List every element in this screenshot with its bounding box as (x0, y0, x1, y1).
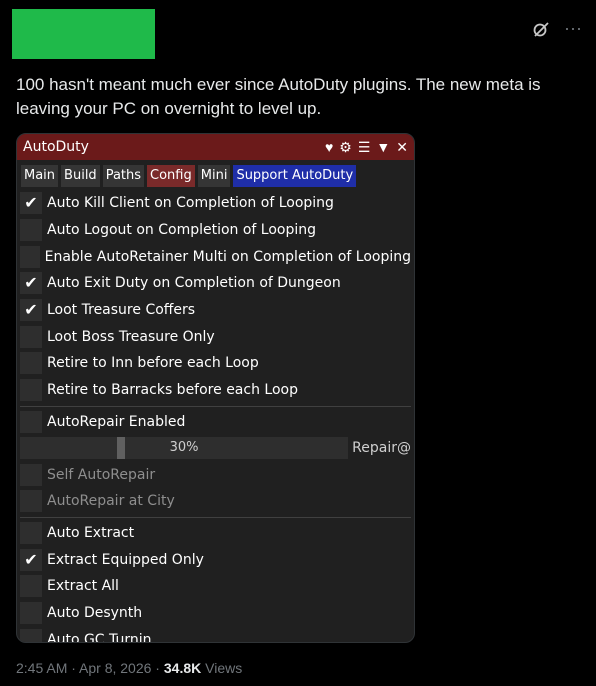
extract-options: Auto Extract ✔ Extract Equipped Only Extrac… (20, 520, 411, 643)
divider (20, 405, 411, 407)
option-row[interactable]: ✔ Loot Treasure Coffers (20, 297, 411, 324)
option-checkbox[interactable]: ✔ (20, 548, 42, 571)
checkmark-icon: ✔ (24, 195, 38, 213)
option-label: Extract All (47, 578, 119, 595)
self-autorepair-checkbox[interactable] (20, 463, 42, 486)
window-titlebar: AutoDuty ♥ ⚙ ☰ ▼ ✕ (17, 134, 414, 160)
tab-main[interactable]: Main (21, 165, 59, 187)
option-checkbox[interactable] (20, 601, 42, 624)
repair-threshold-slider[interactable]: 30% (20, 437, 349, 460)
window-title: AutoDuty (23, 139, 89, 155)
option-label: Auto GC Turnin (47, 631, 152, 643)
gear-icon[interactable]: ⚙ (339, 139, 352, 156)
slider-value: 30% (169, 440, 199, 456)
option-checkbox[interactable] (20, 325, 42, 348)
divider (20, 516, 411, 518)
option-label: Auto Desynth (47, 604, 143, 621)
tab-config[interactable]: Config (147, 165, 195, 187)
option-row[interactable]: Retire to Barracks before each Loop (20, 377, 411, 404)
option-checkbox[interactable] (20, 521, 42, 544)
option-checkbox[interactable] (20, 219, 42, 242)
checkmark-icon: ✔ (24, 551, 38, 569)
option-checkbox[interactable] (20, 379, 42, 402)
option-label: Loot Treasure Coffers (47, 302, 196, 319)
checkmark-icon: ✔ (24, 302, 38, 320)
post-timestamp[interactable]: 2:45 AM · Apr 8, 2026 · (16, 660, 164, 676)
post-text: 100 hasn't meant much ever since AutoDut… (16, 75, 541, 118)
tab-support-autoduty[interactable]: Support AutoDuty (233, 165, 357, 187)
option-checkbox[interactable] (20, 575, 42, 598)
looping-options: ✔ Auto Kill Client on Completion of Loopi… (20, 190, 411, 404)
option-label: Retire to Inn before each Loop (47, 355, 259, 372)
option-checkbox[interactable]: ✔ (20, 272, 42, 295)
checkmark-icon: ✔ (24, 275, 38, 293)
option-label: Extract Equipped Only (47, 551, 204, 568)
tab-bar: Main Build Paths Config Mini Support AutoDuty (17, 160, 414, 187)
option-row[interactable]: Retire to Inn before each Loop (20, 350, 411, 377)
tab-build[interactable]: Build (61, 165, 100, 187)
heart-icon[interactable]: ♥ (325, 139, 333, 155)
menu-icon[interactable]: ☰ (358, 139, 371, 156)
option-row[interactable]: Loot Boss Treasure Only (20, 323, 411, 350)
option-label: Loot Boss Treasure Only (47, 328, 215, 345)
city-autorepair-row[interactable]: AutoRepair at City (20, 488, 411, 515)
slider-label: Repair@ (352, 440, 411, 457)
option-row[interactable]: ✔ Extract Equipped Only (20, 546, 411, 573)
option-label: Retire to Barracks before each Loop (47, 382, 298, 399)
option-checkbox[interactable] (20, 628, 42, 642)
views-label: Views (201, 660, 243, 676)
tab-paths[interactable]: Paths (102, 165, 145, 187)
self-autorepair-label: Self AutoRepair (47, 466, 156, 483)
collapse-icon[interactable]: ▼ (376, 139, 390, 155)
autorepair-label: AutoRepair Enabled (47, 413, 186, 430)
option-row[interactable]: Extract All (20, 573, 411, 600)
grok-icon[interactable] (532, 20, 550, 38)
repair-slider-row: 30% Repair@ (20, 435, 411, 461)
option-label: Auto Logout on Completion of Looping (47, 222, 317, 239)
views-count: 34.8K (163, 660, 202, 676)
avatar[interactable] (12, 9, 155, 59)
post-meta: 2:45 AM · Apr 8, 2026 · 34.8K Views (16, 660, 242, 676)
option-checkbox[interactable] (20, 352, 42, 375)
option-label: Auto Kill Client on Completion of Loopin… (47, 195, 334, 212)
config-panel: ✔ Auto Kill Client on Completion of Loopi… (17, 187, 414, 643)
option-row[interactable]: ✔ Auto Kill Client on Completion of Loopi… (20, 190, 411, 217)
option-row[interactable]: Enable AutoRetainer Multi on Completion … (20, 243, 411, 270)
option-row[interactable]: Auto Logout on Completion of Looping (20, 217, 411, 244)
option-row[interactable]: Auto Extract (20, 520, 411, 547)
post-top-actions: ··· (532, 18, 582, 39)
more-options-icon[interactable]: ··· (564, 18, 582, 39)
option-checkbox[interactable]: ✔ (20, 299, 42, 322)
post-image[interactable]: AutoDuty ♥ ⚙ ☰ ▼ ✕ Main Build Paths Config M… (16, 133, 415, 643)
option-row[interactable]: Auto GC Turnin (20, 626, 411, 643)
option-checkbox[interactable] (20, 245, 40, 268)
autorepair-row[interactable]: AutoRepair Enabled (20, 409, 411, 436)
self-autorepair-row[interactable]: Self AutoRepair (20, 461, 411, 488)
option-label: Enable AutoRetainer Multi on Completion … (44, 248, 411, 265)
autorepair-checkbox[interactable] (20, 410, 42, 433)
tab-mini[interactable]: Mini (197, 165, 231, 187)
option-label: Auto Extract (47, 524, 135, 541)
option-checkbox[interactable]: ✔ (20, 192, 42, 215)
close-icon[interactable]: ✕ (396, 139, 408, 156)
titlebar-icons: ♥ ⚙ ☰ ▼ ✕ (325, 139, 408, 156)
option-row[interactable]: Auto Desynth (20, 600, 411, 627)
option-label: Auto Exit Duty on Completion of Dungeon (47, 275, 341, 292)
option-row[interactable]: ✔ Auto Exit Duty on Completion of Dungeon (20, 270, 411, 297)
city-autorepair-checkbox[interactable] (20, 490, 42, 513)
city-autorepair-label: AutoRepair at City (47, 493, 175, 510)
